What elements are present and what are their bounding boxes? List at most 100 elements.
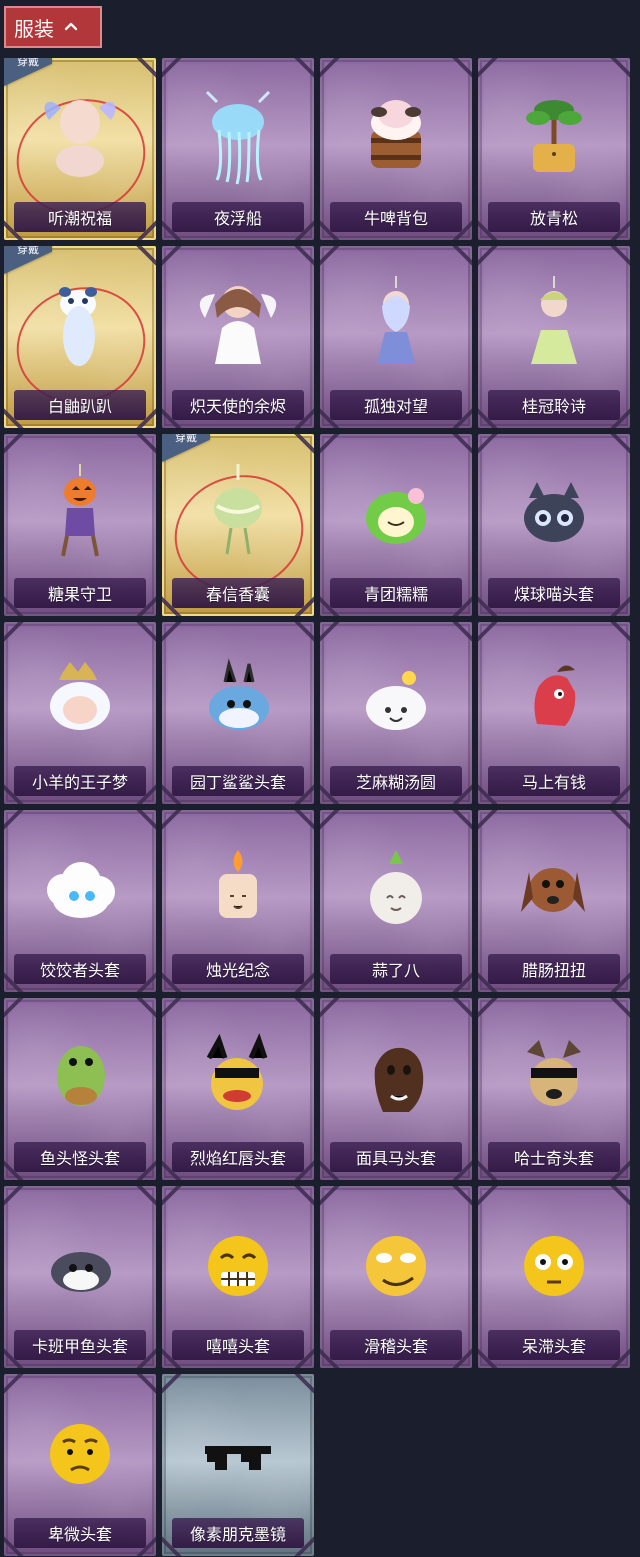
dumpling-icon: [345, 652, 447, 750]
ermine-icon: [29, 276, 131, 374]
costume-card[interactable]: 面具马头套: [320, 998, 472, 1180]
costume-name: 卑微头套: [14, 1518, 146, 1548]
stare-face-icon: [503, 1216, 605, 1314]
angel-figure-icon: [187, 276, 289, 374]
fish-head-icon: [29, 1028, 131, 1126]
costume-name: 听潮祝福: [14, 202, 146, 232]
costume-card[interactable]: 哈士奇头套: [478, 998, 630, 1180]
costume-name: 桂冠聆诗: [488, 390, 620, 420]
header-title: 服装: [14, 16, 54, 41]
candle-icon: [187, 840, 289, 938]
costume-card[interactable]: 糖果守卫: [4, 434, 156, 616]
cow-bucket-icon: [345, 88, 447, 186]
costume-name: 炽天使的余烬: [172, 390, 304, 420]
shark-head-icon: [187, 652, 289, 750]
costume-card[interactable]: 孤独对望: [320, 246, 472, 428]
laurel-figure-icon: [503, 276, 605, 374]
equipped-badge: 穿戴: [4, 246, 52, 274]
costume-name: 园丁鲨鲨头套: [172, 766, 304, 796]
jellyfish-icon: [187, 88, 289, 186]
costume-card[interactable]: 放青松: [478, 58, 630, 240]
equipped-badge-label: 穿戴: [17, 246, 39, 256]
equipped-badge-label: 穿戴: [17, 58, 39, 68]
item-grid: 穿戴 听潮祝福 夜浮船 牛啤背包 放青松 穿戴 白鼬趴趴 炽天使的余烬 孤独对望 桂冠聆诗 糖果守卫…: [4, 58, 636, 1556]
costume-name: 孤独对望: [330, 390, 462, 420]
costume-category-header[interactable]: 服装: [4, 6, 102, 48]
costume-name: 春信香囊: [172, 578, 304, 608]
grin-face-icon: [187, 1216, 289, 1314]
costume-name: 卡班甲鱼头套: [14, 1330, 146, 1360]
equipped-badge-label: 穿戴: [175, 434, 197, 444]
costume-name: 呆滞头套: [488, 1330, 620, 1360]
sachet-icon: [187, 464, 289, 562]
lips-head-icon: [187, 1028, 289, 1126]
horse-mask-icon: [345, 1028, 447, 1126]
costume-name: 小羊的王子梦: [14, 766, 146, 796]
costume-name: 滑稽头套: [330, 1330, 462, 1360]
worried-face-icon: [29, 1404, 131, 1502]
costume-card[interactable]: 牛啤背包: [320, 58, 472, 240]
costume-card[interactable]: 嘻嘻头套: [162, 1186, 314, 1368]
pumpkin-doll-icon: [29, 464, 131, 562]
costume-name: 面具马头套: [330, 1142, 462, 1172]
costume-card[interactable]: 穿戴 春信香囊: [162, 434, 314, 616]
costume-card[interactable]: 园丁鲨鲨头套: [162, 622, 314, 804]
costume-name: 鱼头怪头套: [14, 1142, 146, 1172]
costume-name: 像素朋克墨镜: [172, 1518, 304, 1548]
costume-name: 青团糯糯: [330, 578, 462, 608]
costume-card[interactable]: 鱼头怪头套: [4, 998, 156, 1180]
costume-name: 芝麻糊汤圆: [330, 766, 462, 796]
dog-head-icon: [503, 840, 605, 938]
costume-card[interactable]: 马上有钱: [478, 622, 630, 804]
charm-figure-icon: [345, 276, 447, 374]
costume-card[interactable]: 穿戴 白鼬趴趴: [4, 246, 156, 428]
costume-name: 糖果守卫: [14, 578, 146, 608]
cloud-dumpling-icon: [29, 840, 131, 938]
costume-card[interactable]: 炽天使的余烬: [162, 246, 314, 428]
wardrobe-screen: 服装 穿戴 听潮祝福 夜浮船 牛啤背包 放青松 穿戴 白鼬趴趴 炽天使的余烬 孤独对望 桂冠聆诗糖…: [0, 0, 640, 1557]
costume-card[interactable]: 芝麻糊汤圆: [320, 622, 472, 804]
equipped-badge: 穿戴: [4, 58, 52, 86]
costume-name: 烛光纪念: [172, 954, 304, 984]
costume-card[interactable]: 饺饺者头套: [4, 810, 156, 992]
smirk-face-icon: [345, 1216, 447, 1314]
costume-card[interactable]: 像素朋克墨镜: [162, 1374, 314, 1556]
costume-card[interactable]: 小羊的王子梦: [4, 622, 156, 804]
pixel-sunglasses-icon: [187, 1404, 289, 1502]
bonsai-icon: [503, 88, 605, 186]
costume-name: 蒜了八: [330, 954, 462, 984]
costume-card[interactable]: 蒜了八: [320, 810, 472, 992]
costume-card[interactable]: 呆滞头套: [478, 1186, 630, 1368]
costume-name: 烈焰红唇头套: [172, 1142, 304, 1172]
green-mochi-icon: [345, 464, 447, 562]
sheep-crown-icon: [29, 652, 131, 750]
costume-card[interactable]: 煤球喵头套: [478, 434, 630, 616]
costume-name: 马上有钱: [488, 766, 620, 796]
costume-name: 牛啤背包: [330, 202, 462, 232]
costume-name: 哈士奇头套: [488, 1142, 620, 1172]
cat-head-icon: [503, 464, 605, 562]
costume-name: 腊肠扭扭: [488, 954, 620, 984]
costume-name: 放青松: [488, 202, 620, 232]
costume-card[interactable]: 夜浮船: [162, 58, 314, 240]
costume-card[interactable]: 烛光纪念: [162, 810, 314, 992]
costume-card[interactable]: 卡班甲鱼头套: [4, 1186, 156, 1368]
costume-card[interactable]: 卑微头套: [4, 1374, 156, 1556]
costume-card[interactable]: 烈焰红唇头套: [162, 998, 314, 1180]
turtle-head-icon: [29, 1216, 131, 1314]
costume-card[interactable]: 桂冠聆诗: [478, 246, 630, 428]
horse-head-icon: [503, 652, 605, 750]
costume-name: 白鼬趴趴: [14, 390, 146, 420]
costume-card[interactable]: 青团糯糯: [320, 434, 472, 616]
costume-name: 饺饺者头套: [14, 954, 146, 984]
angel-doll-icon: [29, 88, 131, 186]
equipped-badge: 穿戴: [162, 434, 210, 462]
husky-head-icon: [503, 1028, 605, 1126]
costume-name: 夜浮船: [172, 202, 304, 232]
costume-card[interactable]: 腊肠扭扭: [478, 810, 630, 992]
costume-name: 煤球喵头套: [488, 578, 620, 608]
costume-name: 嘻嘻头套: [172, 1330, 304, 1360]
costume-card[interactable]: 滑稽头套: [320, 1186, 472, 1368]
costume-card[interactable]: 穿戴 听潮祝福: [4, 58, 156, 240]
chevron-up-icon: [62, 18, 80, 36]
